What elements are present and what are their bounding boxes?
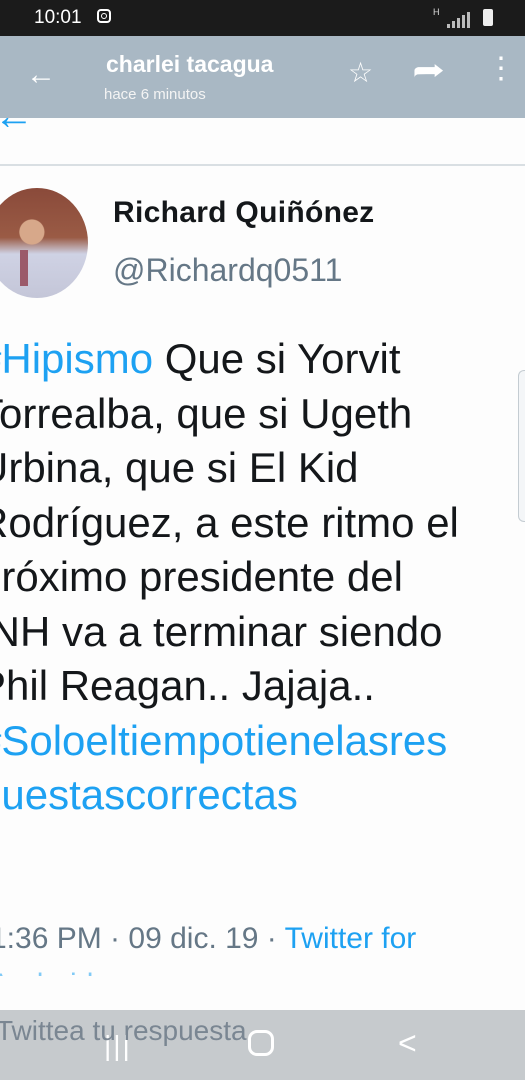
signal-icon [447,24,450,28]
instagram-icon [97,9,111,23]
star-icon[interactable]: ☆ [348,58,373,88]
tweet-line: Rodríguez, a este ritmo el [0,496,525,551]
tweet-author-name: Richard Quiñónez [113,196,375,229]
tweet-hashtag: #Hipismo [0,335,154,382]
home-icon[interactable] [248,1030,274,1056]
tweet-line: Urbina, que si El Kid [0,441,525,496]
tweet-line: #Soloeltiempotienelasres [0,714,525,769]
reply-input-placeholder: Twittea tu respuesta [0,1015,247,1046]
signal-icon [462,15,465,28]
tweet-screenshot: ← Tweet Richard Quiñónez @Richardq0511 #… [0,118,525,1010]
tweet-line: puestascorrectas [0,768,525,823]
tweet-hashtag: puestascorrectas [0,771,298,818]
tweet-timestamp: 1:36 PM · 09 dic. 19 · [0,922,285,955]
battery-icon [483,9,493,26]
tweet-text: Phil Reagan.. Jajaja.. [0,662,375,709]
reply-bar [0,976,525,1010]
tweet-text: próximo presidente del [0,553,403,600]
signal-icon [452,21,455,28]
tweet-source-link: Twitter for [284,922,417,955]
share-icon[interactable]: ➦ [412,56,445,86]
more-vertical-icon[interactable]: ⋮ [486,54,516,84]
tweet-back-icon: ← [0,118,34,136]
status-bar: 10:01 H [0,0,525,36]
avatar [0,188,88,298]
status-icons: H [433,8,493,28]
side-panel-handle [518,370,525,522]
status-time: 10:01 [34,7,82,28]
chat-contact-name[interactable]: charlei tacagua [106,51,273,78]
chat-app-bar: ← charlei tacagua hace 6 minutos ☆ ➦ ⋮ [0,36,525,118]
network-type-label: H [433,7,440,17]
tweet-body: #Hipismo Que si Yorvit Torrealba, que si… [0,332,525,823]
back-arrow-icon[interactable]: ← [26,60,56,90]
nav-back-icon[interactable]: < [398,1025,417,1062]
tweet-line: #Hipismo Que si Yorvit [0,332,525,387]
tweet-line: INH va a terminar siendo [0,605,525,660]
tweet-metadata: 1:36 PM · 09 dic. 19 · Twitter for [0,922,416,956]
tweet-text: Rodríguez, a este ritmo el [0,498,459,546]
tweet-author-handle: @Richardq0511 [113,252,343,288]
signal-icon [457,18,460,28]
tweet-hashtag: #Soloeltiempotienelasres [0,716,448,764]
tweet-line: próximo presidente del [0,550,525,605]
tweet-text: INH va a terminar siendo [0,607,443,655]
tweet-line: Torrealba, que si Ugeth [0,387,525,442]
signal-icon [467,12,470,28]
divider [0,164,525,166]
tweet-line: Phil Reagan.. Jajaja.. [0,659,525,714]
tweet-text: Urbina, que si El Kid [0,444,359,491]
avatar-detail [20,250,28,286]
chat-timestamp: hace 6 minutos [104,86,206,103]
tweet-page-title: Tweet [104,118,209,127]
tweet-text: Torrealba, que si Ugeth [0,389,413,437]
tweet-text: Que si Yorvit [153,335,401,382]
